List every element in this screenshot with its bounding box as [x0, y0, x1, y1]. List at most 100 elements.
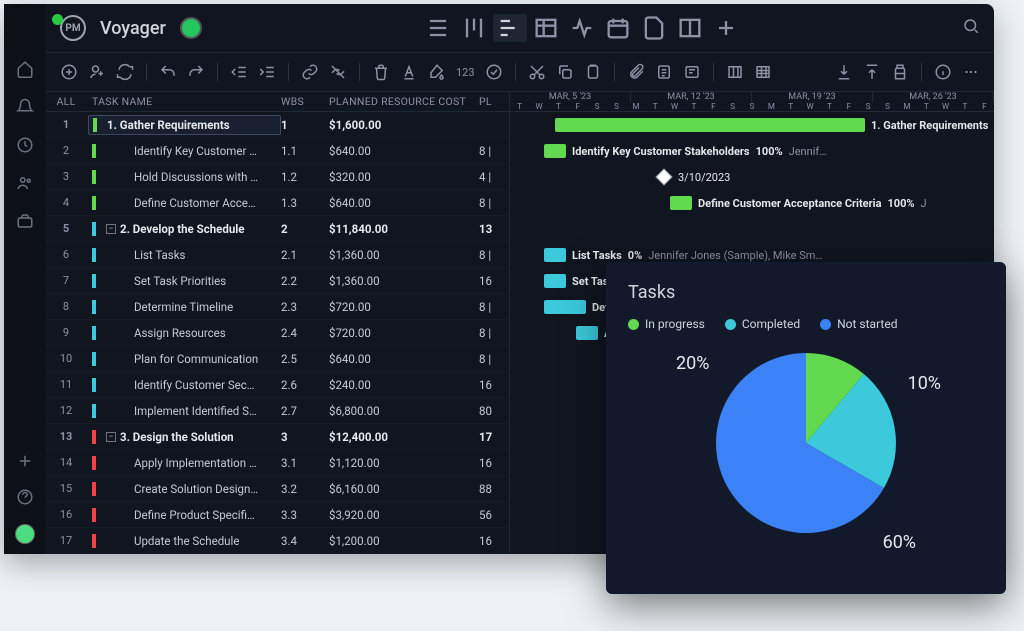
task-name-cell[interactable]: Define Product Specifi… — [86, 508, 281, 522]
delete-icon[interactable] — [372, 63, 390, 81]
board-view-icon[interactable] — [457, 14, 491, 42]
indent-icon[interactable] — [258, 63, 276, 81]
info-icon[interactable] — [934, 63, 952, 81]
clear-icon[interactable] — [485, 63, 503, 81]
add-view-icon[interactable] — [709, 14, 743, 42]
text-color-icon[interactable] — [400, 63, 418, 81]
table-row[interactable]: 13 − 3. Design the Solution 3 $12,400.00… — [46, 424, 509, 450]
table-row[interactable]: 7 Set Task Priorities 2.2 $1,360.00 16 — [46, 268, 509, 294]
table-row[interactable]: 2 Identify Key Customer … 1.1 $640.00 8 … — [46, 138, 509, 164]
task-name-cell[interactable]: List Tasks — [86, 248, 281, 262]
collapse-icon[interactable]: − — [106, 432, 116, 442]
col-header-cost[interactable]: PLANNED RESOURCE COST — [329, 95, 479, 108]
gantt-row[interactable]: Define Customer Acceptance Criteria 100%… — [510, 190, 994, 216]
task-name-cell[interactable]: Apply Implementation … — [86, 456, 281, 470]
table-row[interactable]: 15 Create Solution Design… 3.2 $6,160.00… — [46, 476, 509, 502]
gantt-bar[interactable] — [555, 118, 865, 132]
note-icon[interactable] — [655, 63, 673, 81]
attach-icon[interactable] — [627, 63, 645, 81]
task-name-cell[interactable]: Hold Discussions with … — [86, 170, 281, 184]
task-name-cell[interactable]: Create Solution Design… — [86, 482, 281, 496]
col-header-pl[interactable]: PL — [479, 95, 509, 108]
print-icon[interactable] — [891, 63, 909, 81]
add-task-icon[interactable] — [60, 63, 78, 81]
import-icon[interactable] — [835, 63, 853, 81]
panel-view-icon[interactable] — [673, 14, 707, 42]
table-row[interactable]: 12 Implement Identified S… 2.7 $6,800.00… — [46, 398, 509, 424]
task-name-cell[interactable]: Set Task Priorities — [86, 274, 281, 288]
cut-icon[interactable] — [528, 63, 546, 81]
gantt-view-icon[interactable] — [493, 14, 527, 42]
team-icon[interactable] — [16, 174, 34, 192]
gantt-bar[interactable] — [544, 144, 566, 158]
gantt-row[interactable]: Identify Key Customer Stakeholders 100% … — [510, 138, 994, 164]
table-row[interactable]: 14 Apply Implementation … 3.1 $1,120.00 … — [46, 450, 509, 476]
gantt-row[interactable]: 3/10/2023 — [510, 164, 994, 190]
milestone-icon[interactable] — [656, 169, 673, 186]
gantt-bar[interactable] — [544, 248, 566, 262]
task-name-cell[interactable]: Determine Timeline — [86, 300, 281, 314]
maximize-window-icon[interactable] — [52, 14, 63, 25]
table-row[interactable]: 1 1. Gather Requirements 1 $1,600.00 — [46, 112, 509, 138]
col-header-all[interactable]: ALL — [46, 95, 86, 108]
list-view-icon[interactable] — [421, 14, 455, 42]
task-name-cell[interactable]: Identify Key Customer … — [86, 144, 281, 158]
task-name-cell[interactable]: Identify Customer Sec… — [86, 378, 281, 392]
collapse-icon[interactable]: − — [106, 224, 116, 234]
gantt-bar[interactable] — [544, 300, 586, 314]
assign-icon[interactable] — [88, 63, 106, 81]
col-header-wbs[interactable]: WBS — [281, 95, 329, 108]
file-view-icon[interactable] — [637, 14, 671, 42]
unlink-icon[interactable] — [329, 63, 347, 81]
home-icon[interactable] — [16, 60, 34, 78]
task-name-cell[interactable]: Implement Identified S… — [86, 404, 281, 418]
gantt-row[interactable] — [510, 216, 994, 242]
bell-icon[interactable] — [16, 98, 34, 116]
gantt-bar[interactable] — [576, 326, 598, 340]
table-row[interactable]: 4 Define Customer Acce… 1.3 $640.00 8 | — [46, 190, 509, 216]
grid-icon[interactable] — [754, 63, 772, 81]
user-avatar[interactable] — [15, 524, 35, 544]
table-row[interactable]: 10 Plan for Communication 2.5 $640.00 8 … — [46, 346, 509, 372]
task-name-cell[interactable]: Assign Resources — [86, 326, 281, 340]
project-avatar-icon[interactable] — [180, 17, 202, 39]
outdent-icon[interactable] — [230, 63, 248, 81]
copy-icon[interactable] — [556, 63, 574, 81]
gantt-bar[interactable] — [670, 196, 692, 210]
table-row[interactable]: 16 Define Product Specifi… 3.3 $3,920.00… — [46, 502, 509, 528]
paste-icon[interactable] — [584, 63, 602, 81]
table-row[interactable]: 8 Determine Timeline 2.3 $720.00 8 | — [46, 294, 509, 320]
columns-icon[interactable] — [726, 63, 744, 81]
table-row[interactable]: 11 Identify Customer Sec… 2.6 $240.00 16 — [46, 372, 509, 398]
help-icon[interactable] — [16, 488, 34, 506]
table-row[interactable]: 9 Assign Resources 2.4 $720.00 8 | — [46, 320, 509, 346]
task-name-cell[interactable]: − 3. Design the Solution — [86, 430, 281, 444]
app-logo-icon[interactable]: PM — [60, 15, 86, 41]
tasks-widget[interactable]: Tasks In progress Completed Not started … — [606, 262, 1006, 594]
briefcase-icon[interactable] — [16, 212, 34, 230]
task-name-cell[interactable]: Plan for Communication — [86, 352, 281, 366]
export-icon[interactable] — [863, 63, 881, 81]
table-row[interactable]: 5 − 2. Develop the Schedule 2 $11,840.00… — [46, 216, 509, 242]
recurring-icon[interactable] — [116, 63, 134, 81]
clock-icon[interactable] — [16, 136, 34, 154]
task-name-cell[interactable]: Define Customer Acce… — [86, 196, 281, 210]
gantt-bar[interactable] — [544, 274, 566, 288]
more-icon[interactable] — [962, 63, 980, 81]
fill-icon[interactable] — [428, 63, 446, 81]
gantt-row[interactable]: 1. Gather Requirements 100% — [510, 112, 994, 138]
task-name-cell[interactable]: Update the Schedule — [86, 534, 281, 548]
table-row[interactable]: 3 Hold Discussions with … 1.2 $320.00 4 … — [46, 164, 509, 190]
search-icon[interactable] — [962, 17, 980, 39]
undo-icon[interactable] — [159, 63, 177, 81]
form-icon[interactable] — [683, 63, 701, 81]
add-icon[interactable] — [16, 452, 34, 470]
task-name-cell[interactable]: − 2. Develop the Schedule — [86, 222, 281, 236]
task-name-cell[interactable]: 1. Gather Requirements — [88, 115, 281, 135]
table-row[interactable]: 17 Update the Schedule 3.4 $1,200.00 16 — [46, 528, 509, 554]
redo-icon[interactable] — [187, 63, 205, 81]
col-header-name[interactable]: TASK NAME — [86, 95, 281, 108]
calendar-view-icon[interactable] — [601, 14, 635, 42]
table-row[interactable]: 6 List Tasks 2.1 $1,360.00 8 | — [46, 242, 509, 268]
sheet-view-icon[interactable] — [529, 14, 563, 42]
